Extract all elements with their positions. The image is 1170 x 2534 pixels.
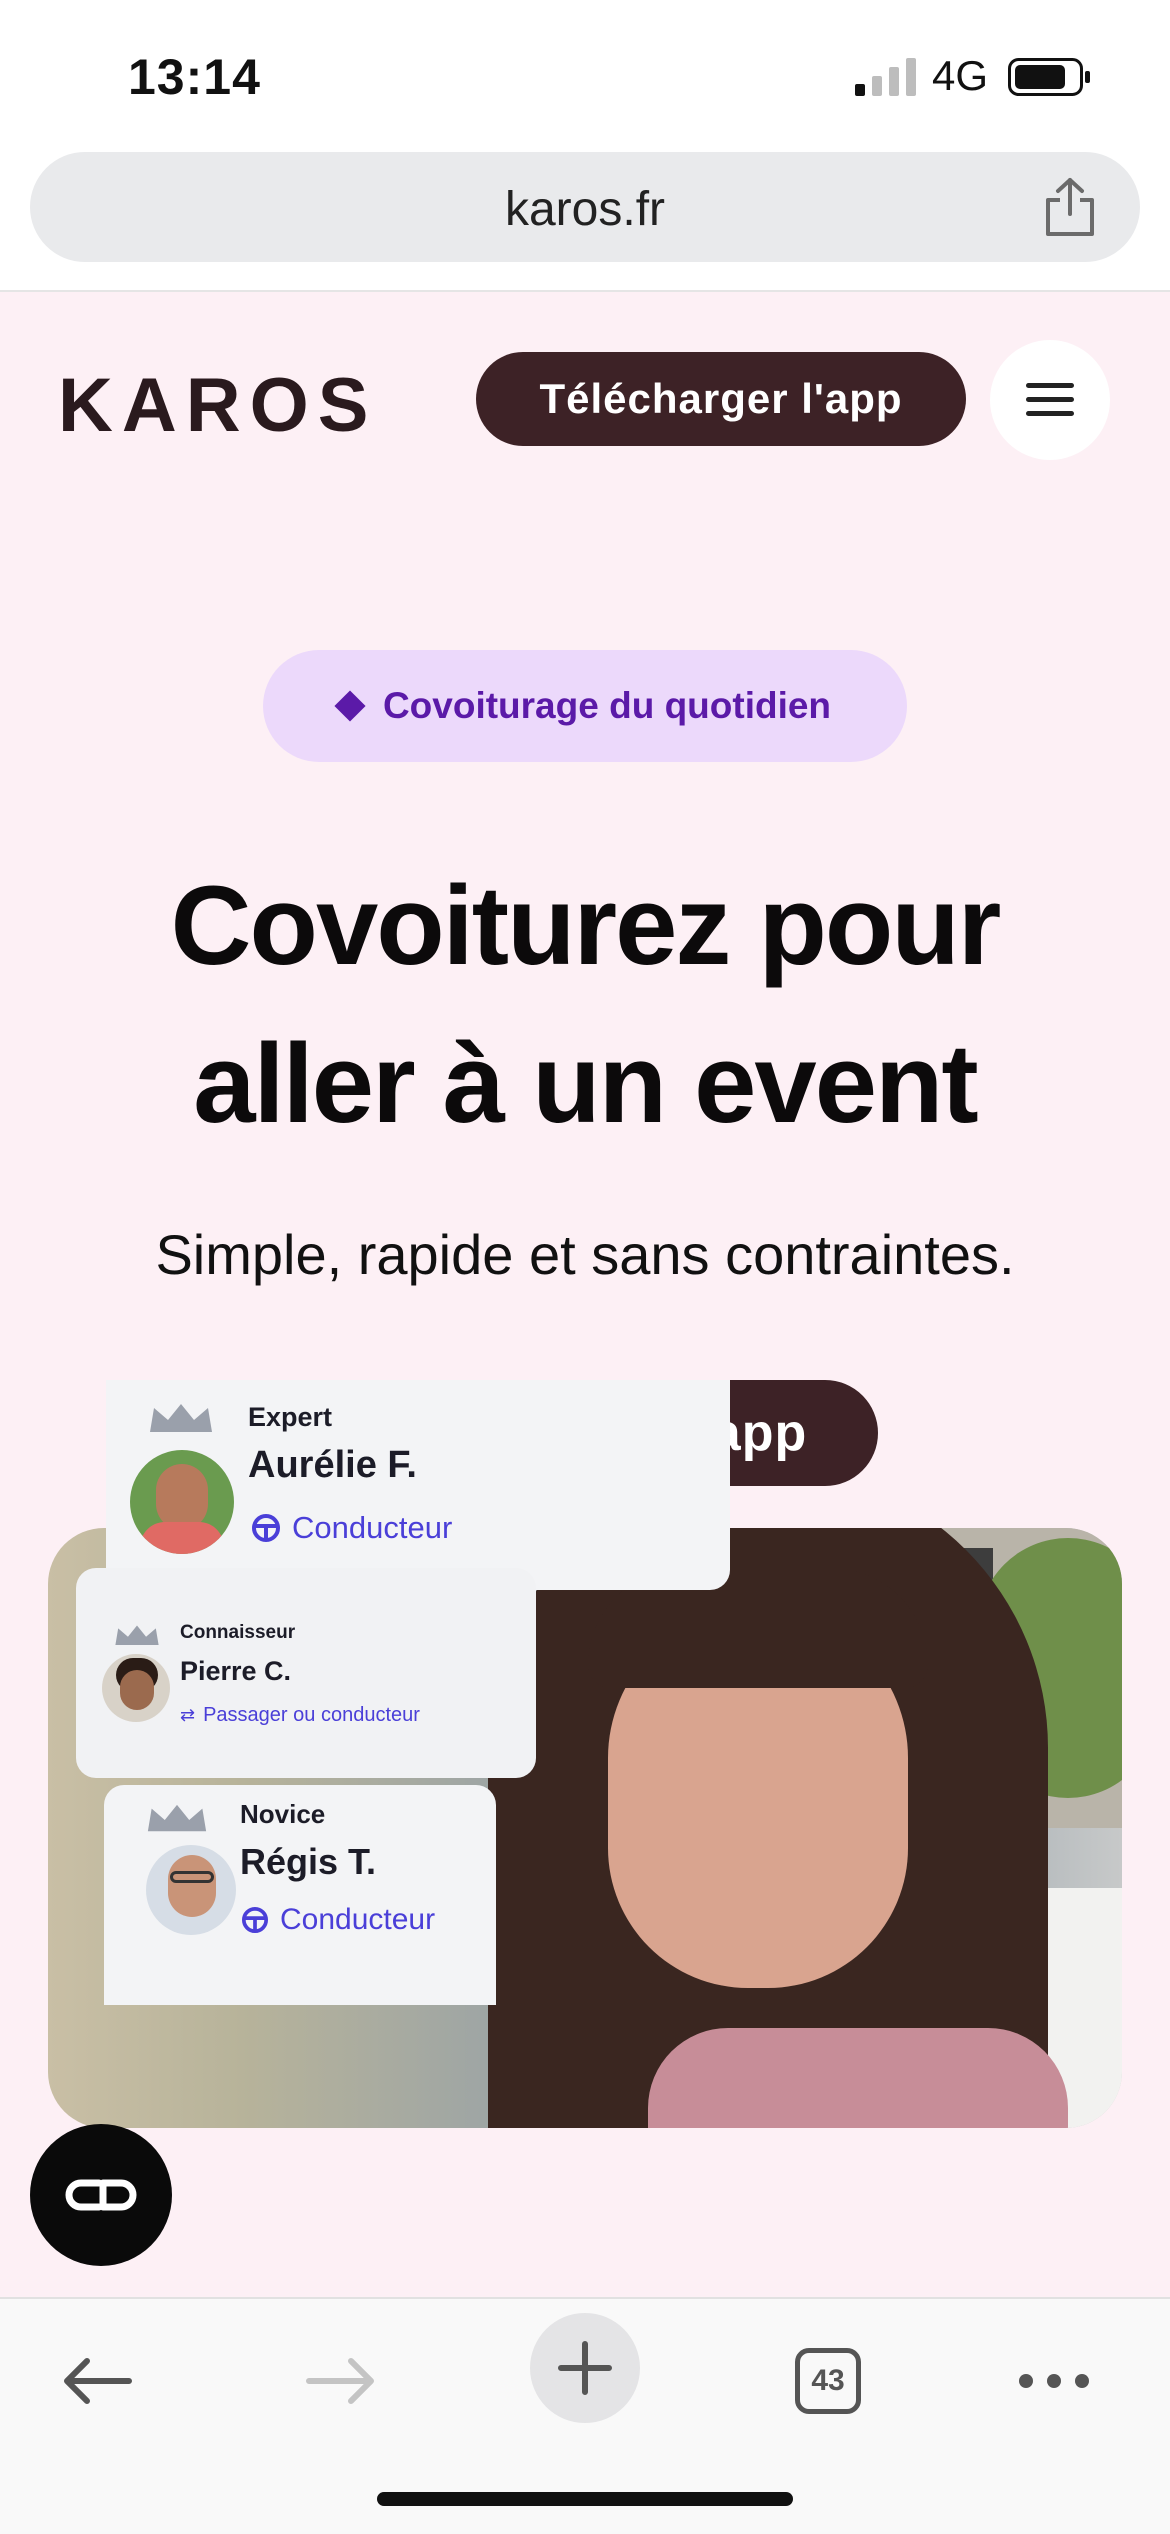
user-card: Novice Régis T. Conducteur (104, 1785, 496, 2005)
karos-logo[interactable]: KAROS (58, 362, 377, 449)
avatar (130, 1450, 234, 1554)
user-name: Pierre C. (180, 1656, 292, 1686)
address-bar[interactable]: karos.fr (30, 152, 1140, 262)
steering-wheel-icon (252, 1514, 280, 1542)
user-level: Expert (248, 1402, 333, 1432)
crown-icon (115, 1625, 159, 1646)
chat-widget-icon (65, 2179, 137, 2211)
more-button[interactable] (1014, 2337, 1094, 2425)
user-name: Aurélie F. (248, 1444, 417, 1486)
web-page: KAROS Télécharger l'app Covoiturage du q… (0, 292, 1170, 2297)
more-icon (1019, 2374, 1089, 2388)
user-role-label: Passager ou conducteur (203, 1704, 420, 1726)
menu-button[interactable] (990, 340, 1110, 460)
signal-icon (855, 58, 916, 96)
user-role-label: Conducteur (292, 1510, 453, 1545)
crown-icon (147, 1804, 207, 1832)
back-arrow-icon (64, 2358, 132, 2404)
home-indicator (377, 2492, 793, 2506)
forward-arrow-icon (306, 2358, 374, 2404)
battery-icon (1008, 58, 1090, 96)
status-time: 13:14 (128, 49, 261, 105)
new-tab-button[interactable] (530, 2313, 640, 2423)
user-level: Novice (240, 1799, 326, 1829)
chat-widget-button[interactable] (30, 2124, 172, 2266)
forward-button[interactable] (296, 2337, 386, 2425)
plus-icon (558, 2341, 612, 2395)
user-role: ⇄ Passager ou conducteur (180, 1704, 420, 1727)
tabs-button[interactable]: 43 (790, 2337, 866, 2425)
status-bar: 13:14 4G (0, 0, 1170, 150)
tabs-icon: 43 (795, 2348, 861, 2414)
url-text: karos.fr (504, 183, 666, 236)
hero-title: Covoiturez pour aller à un event (170, 863, 1002, 1146)
user-card: Expert Aurélie F. Conducteur (106, 1380, 730, 1590)
swap-arrows-icon: ⇄ (180, 1705, 196, 1725)
network-type: 4G (932, 52, 989, 99)
user-level: Connaisseur (180, 1622, 296, 1643)
category-tag: Covoiturage du quotidien (263, 650, 907, 762)
avatar (146, 1845, 236, 1935)
user-name: Régis T. (240, 1841, 377, 1882)
steering-wheel-icon (242, 1907, 268, 1933)
user-role: Conducteur (252, 1510, 452, 1546)
crown-icon (150, 1404, 212, 1432)
user-card: Connaisseur Pierre C. ⇄ Passager ou cond… (76, 1568, 536, 1778)
back-button[interactable] (52, 2337, 142, 2425)
user-role: Conducteur (242, 1903, 435, 1937)
hero-subtitle: Simple, rapide et sans contraintes. (155, 1223, 1015, 1286)
user-role-label: Conducteur (280, 1903, 436, 1936)
hamburger-icon (1026, 383, 1074, 416)
photo-person-shirt (648, 2028, 1068, 2128)
avatar (102, 1654, 170, 1722)
category-tag-label: Covoiturage du quotidien (382, 685, 832, 726)
tab-count: 43 (811, 2364, 845, 2397)
header-download-button[interactable]: Télécharger l'app (476, 352, 966, 446)
share-icon[interactable] (1040, 176, 1100, 238)
diamond-icon (334, 690, 366, 722)
